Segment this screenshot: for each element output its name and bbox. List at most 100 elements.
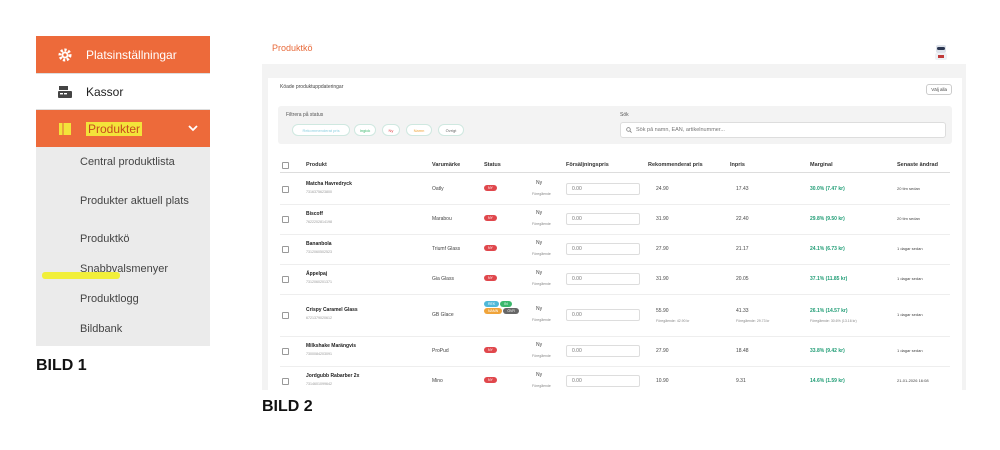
robot-avatar-icon[interactable] [932,42,950,67]
sales-price-input[interactable]: 0.00 [566,213,640,225]
last-changed: 20 tim sedan [897,216,920,221]
recommended-price-previous: Föregående: 42.90 kr [656,319,690,323]
menu-item-produkter[interactable]: Produkter [36,110,210,147]
brand: Gia Glass [432,276,454,282]
product-name: Äppelpaj [306,271,328,277]
recommended-price: 27.90 [656,348,669,354]
filter-chip-namn[interactable]: Namn [406,124,432,136]
margin: 30.0% (7.47 kr) [810,186,845,192]
row-checkbox[interactable] [282,276,289,283]
submenu-produktko[interactable]: Produktkö [36,224,210,254]
price-new-label: Ny [536,180,543,186]
search-icon [626,127,632,133]
col-status[interactable]: Status [484,162,501,168]
select-all-button[interactable]: Välj alla [926,84,952,95]
col-rekommenderat-pris[interactable]: Rekommenderat pris [648,162,703,168]
last-changed: 21-01-2026 16:08 [897,378,929,383]
brand: ProPud [432,348,449,354]
price-previous-label: Föregående [532,318,551,322]
submenu-snabbvalsmenyer[interactable]: Snabbvalsmenyer [36,254,210,284]
price-new-label: Ny [536,342,543,348]
page-title: Produktkö [272,43,313,53]
status-badges: NY [484,215,498,222]
table-row[interactable]: Crispy Caramel Glass 6721379020612 GB Glac… [280,294,950,337]
sales-price-input[interactable]: 0.00 [566,345,640,357]
table-row[interactable]: Biscoff 7622202814198 Marabou NY Ny Föregåend… [280,204,950,235]
margin: 29.8% (9.50 kr) [810,216,845,222]
sales-price-input[interactable]: 0.00 [566,273,640,285]
status-badge: NAMN [484,308,503,314]
brand: Marabou [432,216,452,222]
status-badge: NY [484,377,497,383]
purchase-price-previous: Föregående: 29.73 kr [736,319,770,323]
table-row[interactable]: Matcha Havredryck 7316375623800 Oatly NY Ny F… [280,174,950,205]
product-queue-screenshot: Produktkö Köade produktuppdateringar Väl… [262,34,966,390]
col-senaste-andrad[interactable]: Senaste ändrad [897,162,938,168]
status-badge: ÖVR [503,308,519,314]
search-input[interactable] [636,127,916,133]
brand: GB Glace [432,312,454,318]
submenu-produktlogg[interactable]: Produktlogg [36,284,210,314]
margin: 26.1% (14.57 kr) [810,308,848,314]
submenu-central-produktlista[interactable]: Central produktlista [36,147,210,177]
product-ean: 7622202814198 [306,220,332,224]
col-forsaljningspris[interactable]: Försäljningspris [566,162,609,168]
price-new-label: Ny [536,306,543,312]
row-checkbox[interactable] [282,246,289,253]
price-new-label: Ny [536,210,543,216]
table-row[interactable]: Äppelpaj 7312060201371 Gia Glass NY Ny Föregå… [280,264,950,295]
menu-item-label: Produkter [86,121,143,136]
col-varumarke[interactable]: Varumärke [432,162,460,168]
product-ean: 7312060201371 [306,280,332,284]
status-badges: NY [484,185,498,192]
product-ean: 7316375623800 [306,190,332,194]
row-checkbox[interactable] [282,216,289,223]
table-row[interactable]: Bananbola 7312060502523 Triumf Glass NY Ny Fö… [280,234,950,265]
table-header: Produkt Varumärke Status Försäljningspri… [280,158,950,173]
submenu-produkter-aktuell-plats[interactable]: Produkter aktuell plats [36,181,210,221]
filter-chip-rek[interactable]: Rekommenderat pris [292,124,350,136]
purchase-price: 17.43 [736,186,749,192]
card-title: Köade produktuppdateringar [280,84,344,90]
filter-chip-ovr[interactable]: Övrigt [438,124,464,136]
status-badge: NY [484,215,497,221]
row-checkbox[interactable] [282,312,289,319]
price-previous-label: Föregående [532,252,551,256]
brand: Triumf Glass [432,246,461,252]
filter-chip-in[interactable]: Ingick [354,124,376,136]
col-produkt[interactable]: Produkt [306,162,327,168]
row-checkbox[interactable] [282,186,289,193]
recommended-price: 31.90 [656,276,669,282]
price-previous-label: Föregående [532,282,551,286]
sales-price-input[interactable]: 0.00 [566,183,640,195]
row-checkbox[interactable] [282,378,289,385]
product-name: Matcha Havredryck [306,181,352,187]
purchase-price: 41.33 [736,308,749,314]
purchase-price: 20.05 [736,276,749,282]
menu-item-platsinstallningar[interactable]: Platsinställningar [36,36,210,73]
select-all-checkbox[interactable] [282,162,289,169]
table-row[interactable]: Milkshake Marängvis 7300084203091 ProPud NY… [280,336,950,367]
status-badges: NY [484,377,498,384]
status-badge: NY [484,347,497,353]
chevron-down-icon[interactable] [188,121,198,135]
brand: Oatly [432,186,444,192]
recommended-price: 27.90 [656,246,669,252]
filter-chip-ny[interactable]: Ny [382,124,400,136]
status-badges: REK IN NAMN ÖVR [484,301,520,315]
product-ean: 6721379020612 [306,316,332,320]
table-row[interactable]: Jordgubb Rabarber 2x 7314601099642 Mino NY N… [280,366,950,390]
row-checkbox[interactable] [282,348,289,355]
sales-price-input[interactable]: 0.00 [566,375,640,387]
search-label: Sök [620,112,629,118]
margin: 33.8% (9.42 kr) [810,348,845,354]
sales-price-input[interactable]: 0.00 [566,243,640,255]
col-inpris[interactable]: Inpris [730,162,745,168]
search-box[interactable] [620,122,946,138]
margin: 37.1% (11.85 kr) [810,276,848,282]
caption-bild-1: BILD 1 [36,357,87,374]
col-marginal[interactable]: Marginal [810,162,833,168]
sales-price-input[interactable]: 0.00 [566,309,640,321]
submenu-bildbank[interactable]: Bildbank [36,314,210,344]
menu-item-kassor[interactable]: Kassor [36,73,210,110]
